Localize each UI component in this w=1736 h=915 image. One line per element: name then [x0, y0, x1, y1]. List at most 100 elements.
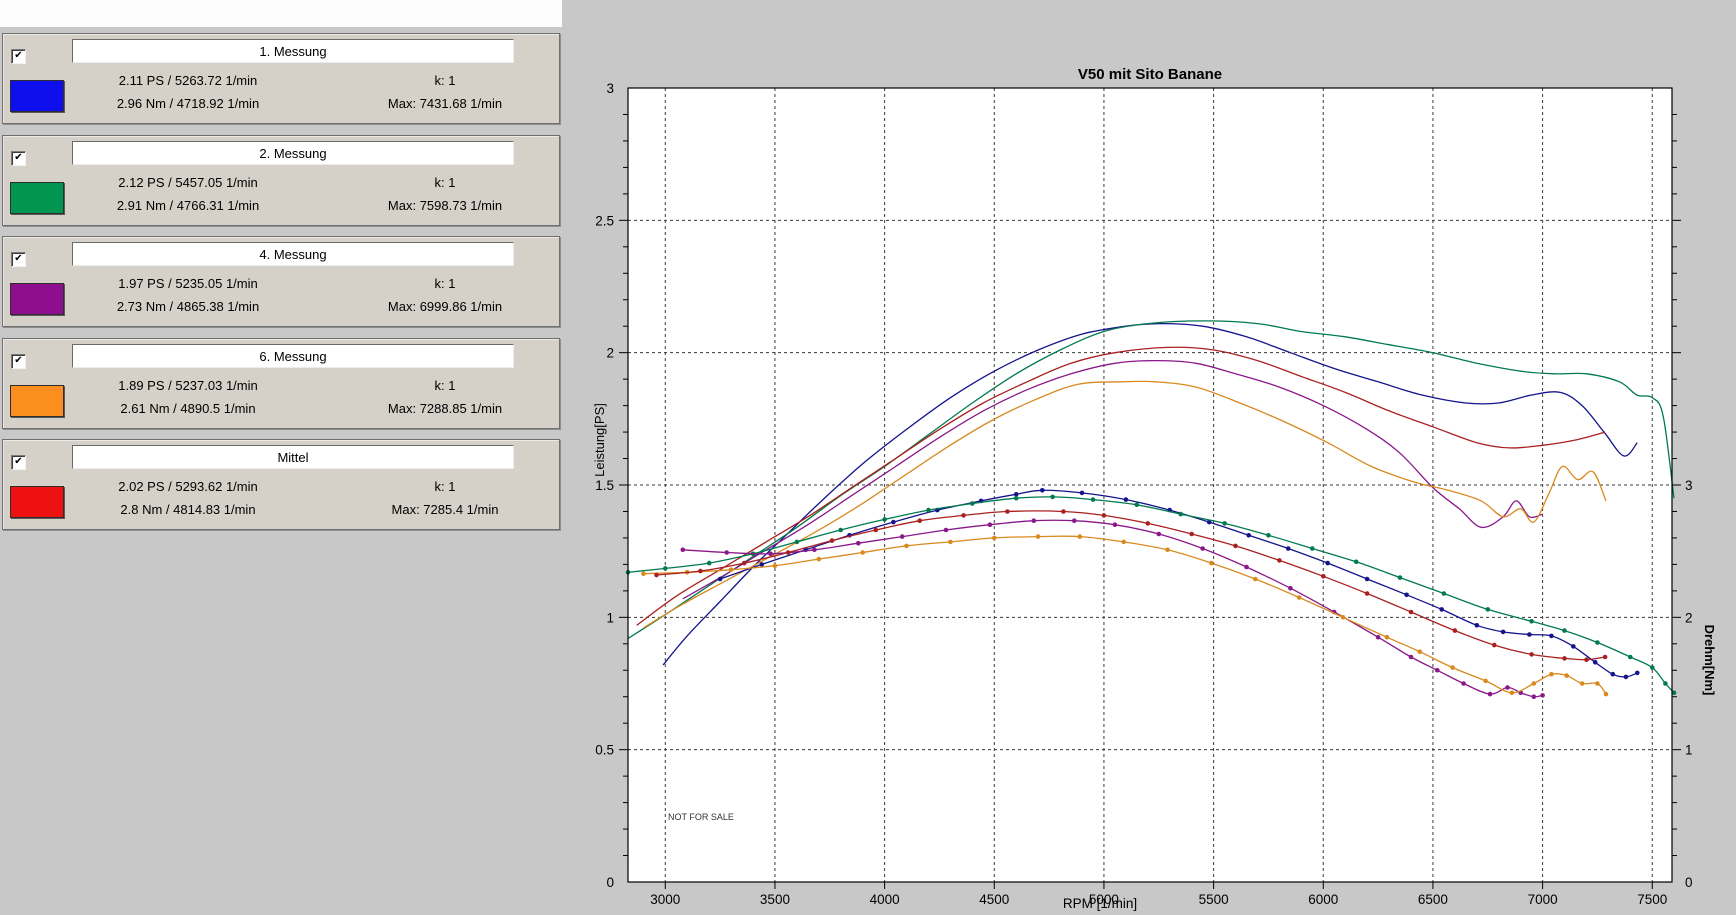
data-point-marker [1628, 655, 1633, 660]
data-point-marker [1418, 649, 1423, 654]
data-point-marker [1246, 533, 1251, 538]
data-point-marker [817, 557, 822, 562]
data-point-marker [1113, 522, 1118, 527]
data-point-marker [1178, 512, 1183, 517]
y-left-axis-label: Leistung[PS] [592, 403, 607, 477]
data-point-marker [1486, 607, 1491, 612]
data-point-marker [1040, 488, 1045, 493]
data-point-marker [729, 567, 734, 572]
y-left-tick-label: 1.5 [595, 478, 614, 493]
data-point-marker [1244, 565, 1249, 570]
data-point-marker [681, 548, 686, 553]
data-point-marker [724, 550, 729, 555]
y-left-tick-label: 2 [606, 346, 614, 361]
data-point-marker [795, 540, 800, 545]
data-point-marker [1005, 509, 1010, 514]
data-point-marker [707, 561, 712, 566]
y-left-tick-label: 0 [606, 875, 614, 890]
data-point-marker [773, 563, 778, 568]
data-point-marker [1165, 548, 1170, 553]
data-point-marker [1365, 591, 1370, 596]
data-point-marker [1611, 672, 1616, 677]
x-tick-label: 6000 [1308, 892, 1338, 907]
data-point-marker [1595, 640, 1600, 645]
data-point-marker [926, 508, 931, 513]
data-point-marker [1385, 635, 1390, 640]
data-point-marker [1603, 655, 1608, 660]
data-point-marker [1532, 694, 1537, 699]
y-left-tick-label: 3 [606, 81, 614, 96]
data-point-marker [1562, 656, 1567, 661]
y-left-tick-label: 1 [606, 610, 614, 625]
data-point-marker [830, 538, 835, 543]
data-point-marker [1510, 691, 1515, 696]
data-point-marker [904, 544, 909, 549]
data-point-marker [698, 569, 703, 574]
data-point-marker [663, 566, 668, 571]
data-point-marker [1398, 575, 1403, 580]
data-point-marker [1233, 544, 1238, 549]
data-point-marker [1604, 692, 1609, 697]
x-tick-label: 3000 [650, 892, 680, 907]
x-tick-label: 4500 [979, 892, 1009, 907]
data-point-marker [988, 522, 993, 527]
data-point-marker [1540, 693, 1545, 698]
data-point-marker [1475, 623, 1480, 628]
chart-title: V50 mit Sito Banane [1078, 66, 1222, 83]
data-point-marker [1527, 632, 1532, 637]
data-point-marker [900, 534, 905, 539]
data-point-marker [1450, 665, 1455, 670]
data-point-marker [1135, 503, 1140, 508]
data-point-marker [1435, 668, 1440, 673]
data-point-marker [1253, 577, 1258, 582]
data-point-marker [1050, 495, 1055, 500]
x-tick-label: 6500 [1418, 892, 1448, 907]
data-point-marker [1492, 643, 1497, 648]
data-point-marker [874, 528, 879, 533]
data-point-marker [856, 541, 861, 546]
data-point-marker [1365, 577, 1370, 582]
data-point-marker [1564, 673, 1569, 678]
data-point-marker [1288, 586, 1293, 591]
data-point-marker [1121, 540, 1126, 545]
y-left-tick-label: 0.5 [595, 743, 614, 758]
data-point-marker [961, 513, 966, 518]
data-point-marker [1501, 630, 1506, 635]
data-point-marker [1297, 595, 1302, 600]
data-point-marker [1571, 644, 1576, 649]
data-point-marker [718, 577, 723, 582]
data-point-marker [1321, 574, 1326, 579]
data-point-marker [1453, 628, 1458, 633]
data-point-marker [944, 528, 949, 533]
data-point-marker [1409, 610, 1414, 615]
data-point-marker [1341, 615, 1346, 620]
x-axis-label: RPM [1/min] [1063, 896, 1137, 911]
data-point-marker [1442, 591, 1447, 596]
data-point-marker [1146, 521, 1151, 526]
data-point-marker [1584, 657, 1589, 662]
data-point-marker [1549, 672, 1554, 677]
y-right-tick-label: 3 [1685, 478, 1693, 493]
data-point-marker [1624, 675, 1629, 680]
data-point-marker [1562, 628, 1567, 633]
y-right-tick-label: 1 [1685, 743, 1693, 758]
data-point-marker [812, 548, 817, 553]
data-point-marker [838, 528, 843, 533]
data-point-marker [742, 561, 747, 566]
data-point-marker [1277, 558, 1282, 563]
data-point-marker [1529, 619, 1534, 624]
data-point-marker [992, 536, 997, 541]
data-point-marker [641, 571, 646, 576]
data-point-marker [1593, 660, 1598, 665]
data-point-marker [1404, 593, 1409, 598]
data-point-marker [1080, 491, 1085, 496]
data-point-marker [1549, 634, 1554, 639]
data-point-marker [1488, 692, 1493, 697]
data-point-marker [1286, 546, 1291, 551]
data-point-marker [1529, 652, 1534, 657]
data-point-marker [1663, 681, 1668, 686]
data-point-marker [1635, 671, 1640, 676]
data-point-marker [786, 550, 791, 555]
data-point-marker [1409, 655, 1414, 660]
data-point-marker [1014, 496, 1019, 501]
